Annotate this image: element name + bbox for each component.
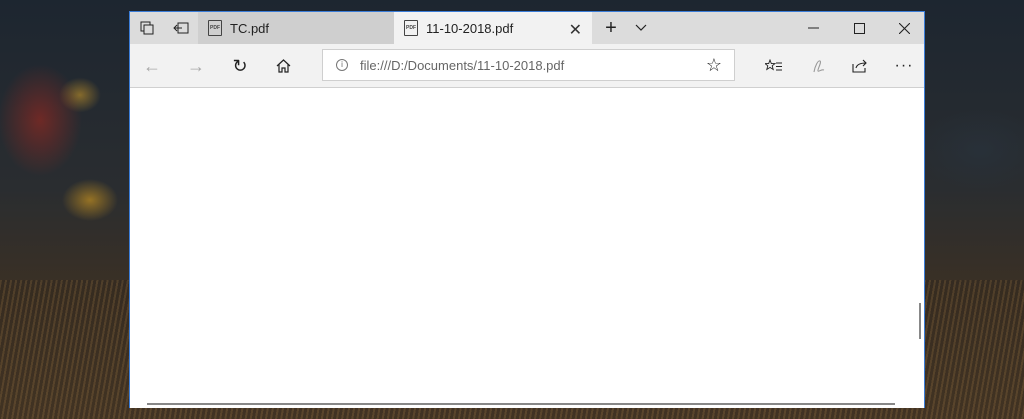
share-icon[interactable] [846,53,874,79]
minimize-button[interactable] [790,12,836,44]
favorites-hub-icon[interactable] [760,53,788,79]
pdf-icon: PDF [208,20,222,36]
tabs-aside-icon[interactable] [164,12,198,44]
pdf-viewer-content[interactable] [130,88,924,408]
pdf-icon: PDF [404,20,418,36]
close-window-button[interactable] [882,12,926,44]
home-button[interactable] [269,53,297,79]
info-icon[interactable]: i [336,59,348,71]
back-button[interactable]: ← [138,53,166,79]
tab-title: 11-10-2018.pdf [426,20,514,36]
address-bar[interactable]: i file:///D:/Documents/11-10-2018.pdf ☆ [322,49,735,81]
maximize-button[interactable] [836,12,882,44]
browser-window: PDF TC.pdf PDF 11-10-2018.pdf ✕ + ← → ↻ [129,11,925,408]
tab-11-10-2018-pdf[interactable]: PDF 11-10-2018.pdf ✕ [394,12,592,44]
tab-bar: PDF TC.pdf PDF 11-10-2018.pdf ✕ + [130,12,924,44]
web-note-pen-icon[interactable] [805,53,833,79]
forward-button[interactable]: → [182,53,210,79]
tab-title: TC.pdf [230,20,270,36]
set-aside-tabs-icon[interactable] [130,12,164,44]
tab-tc-pdf[interactable]: PDF TC.pdf [198,12,394,44]
vertical-scrollbar[interactable] [919,303,921,339]
horizontal-scrollbar[interactable] [147,403,895,405]
favorite-star-icon[interactable]: ☆ [706,55,722,76]
navigation-bar: ← → ↻ i file:///D:/Documents/11-10-2018.… [130,44,924,88]
new-tab-button[interactable]: + [596,12,626,44]
refresh-button[interactable]: ↻ [226,53,254,79]
more-options-icon[interactable]: ··· [890,53,918,79]
tab-list-chevron-icon[interactable] [626,12,656,44]
address-url[interactable]: file:///D:/Documents/11-10-2018.pdf [360,58,564,73]
tab-close-icon[interactable]: ✕ [569,20,582,40]
